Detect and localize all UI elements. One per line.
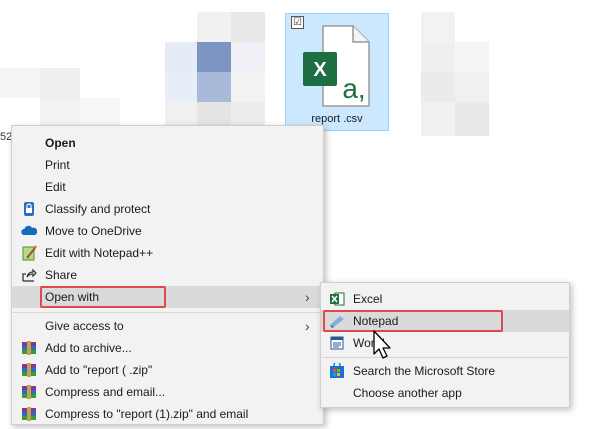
winrar-icon (21, 362, 37, 378)
menu-item-label: Edit with Notepad++ (45, 246, 154, 260)
menu-item-label: Share (45, 268, 78, 282)
menu-item-classify-and-protect[interactable]: Classify and protect (12, 198, 323, 220)
menu-item-move-to-onedrive[interactable]: Move to OneDrive (12, 220, 323, 242)
menu-item-edit-with-notepad-plus-plus[interactable]: Edit with Notepad++ (12, 242, 323, 264)
blurred-background-tile (231, 12, 265, 42)
menu-item-label: Compress to "report (1).zip" and email (45, 407, 249, 421)
menu-item-label: Compress and email... (45, 385, 166, 399)
blurred-background-tile (40, 68, 80, 98)
chevron-right-icon: › (305, 289, 310, 305)
menu-item-compress-and-email[interactable]: Compress and email... (12, 381, 323, 403)
share-icon (21, 267, 37, 283)
blurred-background-tile (0, 68, 40, 98)
annotation-highlight-notepad (323, 310, 503, 332)
blurred-background-tile (197, 72, 231, 102)
submenu-item-label: Choose another app (353, 386, 462, 400)
file-icon-letter-a: a, (342, 73, 365, 104)
blurred-background-tile (455, 42, 489, 72)
submenu-item-search-microsoft-store[interactable]: Search the Microsoft Store (321, 360, 569, 382)
winrar-icon (21, 340, 37, 356)
blurred-background-tile (40, 98, 80, 126)
notepad-plus-plus-icon (21, 245, 37, 261)
annotation-highlight-open-with (40, 286, 166, 308)
chevron-right-icon: › (305, 318, 310, 334)
blurred-background-tile (421, 12, 455, 42)
menu-item-label: Edit (45, 180, 66, 194)
submenu-item-excel[interactable]: Excel (321, 288, 569, 310)
blurred-background-tile (80, 98, 120, 126)
submenu-item-wordpad[interactable]: Wor d (321, 332, 569, 354)
submenu-item-label: Excel (353, 292, 383, 306)
file-name-label: report .csv (311, 113, 363, 125)
blurred-background-tile (165, 42, 197, 72)
blurred-background-tile (421, 72, 455, 102)
menu-item-add-to-zip[interactable]: Add to "report ( .zip" (12, 359, 323, 381)
submenu-item-label: Search the Microsoft Store (353, 364, 496, 378)
menu-item-label: Print (45, 158, 70, 172)
open-with-submenu: Excel Notepad Wor d Search the Microsoft… (320, 282, 570, 408)
menu-item-label: Open (45, 136, 76, 150)
menu-item-label: Add to "report ( .zip" (45, 363, 153, 377)
menu-item-share[interactable]: Share (12, 264, 323, 286)
blurred-background-tile (231, 72, 265, 102)
excel-csv-file-icon: X a, (301, 22, 373, 113)
menu-separator (13, 312, 322, 313)
blurred-background-tile (197, 42, 231, 72)
selected-file-item[interactable]: ☑ X a, report .csv (285, 13, 389, 131)
microsoft-store-icon (329, 361, 345, 379)
classify-lock-icon (21, 201, 37, 217)
menu-item-label: Classify and protect (45, 202, 151, 216)
blurred-background-tile (197, 12, 231, 42)
blurred-background-tile (165, 72, 197, 102)
excel-icon (329, 291, 345, 307)
menu-item-add-to-archive[interactable]: Add to archive... (12, 337, 323, 359)
menu-item-compress-to-zip-and-email[interactable]: Compress to "report (1).zip" and email (12, 403, 323, 425)
file-icon-letter-x: X (313, 59, 327, 81)
mouse-pointer-icon (372, 330, 392, 363)
submenu-separator (322, 357, 568, 358)
menu-item-print[interactable]: Print (12, 154, 323, 176)
onedrive-cloud-icon (21, 223, 38, 239)
winrar-icon (21, 384, 37, 400)
menu-item-give-access-to[interactable]: Give access to › (12, 315, 323, 337)
menu-item-label: Move to OneDrive (45, 224, 142, 238)
menu-item-edit[interactable]: Edit (12, 176, 323, 198)
menu-item-label: Give access to (45, 319, 124, 333)
blurred-background-tile (231, 42, 265, 72)
blurred-background-tile (421, 102, 455, 136)
menu-item-open[interactable]: Open (12, 132, 323, 154)
submenu-item-choose-another-app[interactable]: Choose another app (321, 382, 569, 404)
menu-item-label: Add to archive... (45, 341, 132, 355)
blurred-background-tile (421, 42, 455, 72)
blurred-background-tile (455, 72, 489, 102)
blurred-background-tile (455, 102, 489, 136)
wordpad-icon (329, 335, 345, 351)
context-menu: Open Print Edit Classify and protect Mov… (11, 125, 324, 425)
